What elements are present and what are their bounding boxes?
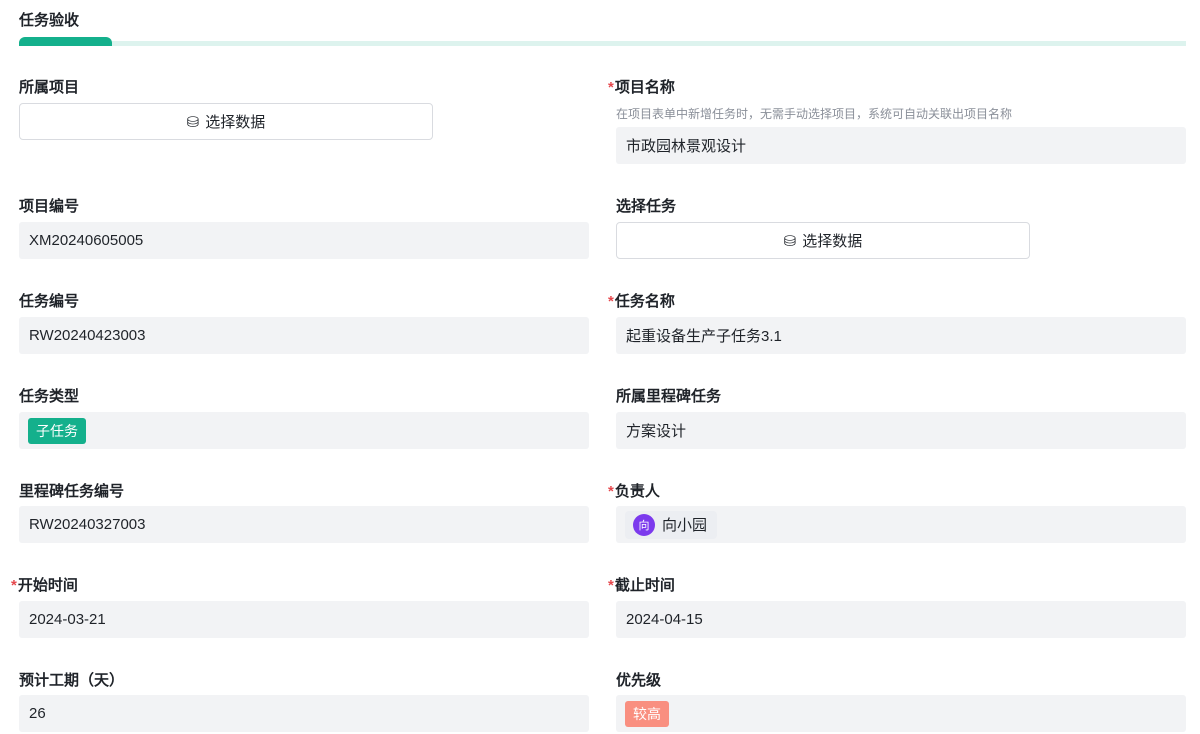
project-name-hint: 在项目表单中新增任务时，无需手动选择项目，系统可自动关联出项目名称 [616, 107, 1013, 121]
project-label: 所属项目 [19, 79, 80, 96]
section-title: 任务验收 [19, 12, 80, 29]
select-task-label: 选择任务 [616, 198, 677, 215]
project-name-field[interactable]: 市政园林景观设计 [616, 127, 1186, 164]
progress-track [19, 41, 1186, 46]
avatar: 向 [633, 513, 655, 536]
task-type-tag: 子任务 [28, 417, 86, 444]
database-icon: ⛁ [783, 232, 797, 250]
select-task-button[interactable]: ⛁ 选择数据 [616, 222, 1030, 259]
user-chip[interactable]: 向向小园 [625, 510, 718, 539]
duration-label: 预计工期（天） [19, 672, 125, 689]
task-name-label: *任务名称 [608, 293, 675, 310]
owner-field[interactable]: 向向小园 [616, 506, 1186, 543]
end-date-field[interactable]: 2024-04-15 [616, 601, 1186, 638]
end-label: *截止时间 [608, 577, 675, 594]
owner-label: *负责人 [608, 483, 660, 500]
milestone-no-label: 里程碑任务编号 [19, 483, 125, 500]
priority-tag: 较高 [625, 700, 669, 727]
priority-label: 优先级 [616, 672, 662, 689]
milestone-label: 所属里程碑任务 [616, 388, 722, 405]
milestone-field[interactable]: 方案设计 [616, 412, 1186, 449]
start-label: *开始时间 [11, 577, 78, 594]
task-no-field[interactable]: RW20240423003 [19, 317, 589, 354]
task-type-label: 任务类型 [19, 388, 80, 405]
start-date-field[interactable]: 2024-03-21 [19, 601, 589, 638]
project-name-label: *项目名称 [608, 79, 675, 96]
duration-field[interactable]: 26 [19, 695, 589, 732]
task-name-field[interactable]: 起重设备生产子任务3.1 [616, 317, 1186, 354]
progress-bar [19, 37, 112, 46]
milestone-no-field[interactable]: RW20240327003 [19, 506, 589, 543]
priority-field[interactable]: 较高 [616, 695, 1186, 732]
task-no-label: 任务编号 [19, 293, 80, 310]
task-type-field[interactable]: 子任务 [19, 412, 589, 449]
project-no-label: 项目编号 [19, 198, 80, 215]
project-no-field[interactable]: XM20240605005 [19, 222, 589, 259]
database-icon: ⛁ [186, 113, 200, 131]
select-project-button[interactable]: ⛁ 选择数据 [19, 103, 433, 140]
